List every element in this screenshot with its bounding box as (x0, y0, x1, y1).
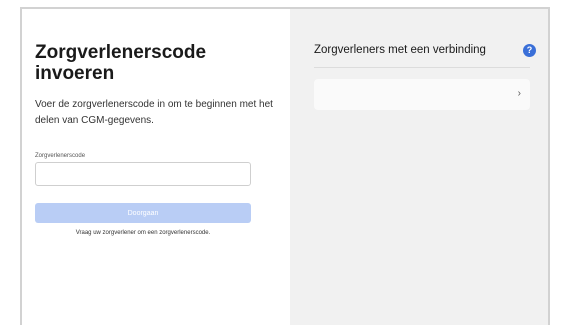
provider-card[interactable]: › (314, 79, 530, 110)
description-text: Voer de zorgverlenerscode in om te begin… (35, 99, 273, 126)
page-title: Zorgverlenerscode invoeren (35, 42, 207, 84)
code-entry-panel: Zorgverlenerscode invoeren Voer de zorgv… (22, 9, 290, 325)
divider (314, 67, 530, 68)
chevron-right-icon: › (517, 88, 521, 99)
hint-text: Vraag uw zorgverlener om een zorgverlene… (75, 230, 211, 236)
code-input[interactable] (35, 162, 251, 186)
continue-button[interactable]: Doorgaan (35, 203, 251, 223)
code-field-label: Zorgverlenerscode (35, 153, 86, 159)
connected-providers-panel: Zorgverleners met een verbinding ? › (290, 9, 548, 325)
help-icon[interactable]: ? (523, 44, 536, 57)
connected-providers-title: Zorgverleners met een verbinding (314, 44, 486, 56)
app-window: Zorgverlenerscode invoeren Voer de zorgv… (20, 7, 550, 325)
